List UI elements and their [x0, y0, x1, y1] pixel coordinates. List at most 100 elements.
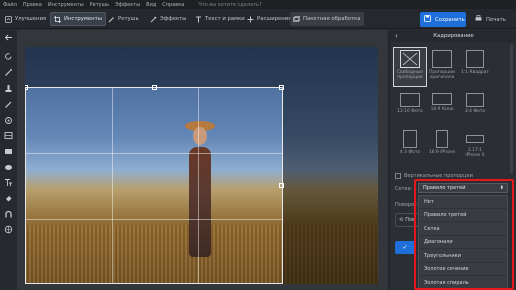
printer-icon	[475, 15, 482, 24]
batch-icon	[293, 15, 301, 23]
fill-icon[interactable]	[4, 194, 13, 203]
apply-button[interactable]: ✓	[395, 241, 415, 254]
canvas-area[interactable]	[17, 30, 387, 290]
preset-iphone-x-label: 2.17:1 iPhone X	[465, 148, 485, 158]
check-icon: ✓	[402, 244, 408, 251]
menu-effects[interactable]: Эффекты	[115, 2, 140, 8]
save-icon	[424, 15, 431, 24]
menu-view[interactable]: Вид	[146, 2, 156, 8]
crop-mask-top	[25, 47, 378, 87]
ratio-4-3-icon	[403, 130, 417, 148]
preset-free[interactable]: Свободные пропорции	[393, 47, 427, 87]
tab-batch-label: Пакетная обработка	[303, 16, 361, 22]
vignette-icon[interactable]	[4, 163, 13, 172]
tab-extensions-label: Расширения	[257, 16, 292, 22]
presets-scrollbar[interactable]	[510, 44, 513, 174]
left-toolstrip	[0, 30, 17, 290]
search-hint[interactable]: Что вы хотите сделать?	[198, 2, 261, 8]
preset-original[interactable]: Пропорции оригинала	[427, 50, 457, 80]
magic-wand-icon	[150, 16, 157, 23]
save-button[interactable]: Сохранить	[420, 12, 466, 27]
grid-line-h1	[26, 153, 282, 154]
preset-4-3[interactable]: 4:3 Фото	[395, 130, 425, 155]
tab-enhance[interactable]: Улучшения	[2, 12, 49, 26]
tab-tools[interactable]: Инструменты	[50, 12, 106, 26]
crop-handle-tl[interactable]	[25, 85, 28, 90]
grid-label: Сетка:	[395, 186, 413, 192]
crop-mask-right	[283, 87, 378, 284]
preset-16-9-iphone[interactable]: 16:9 iPhone	[427, 130, 457, 155]
ratio-iphone-x-icon	[466, 135, 484, 143]
tab-effects-label: Эффекты	[160, 16, 187, 22]
plus-icon	[247, 16, 254, 23]
preset-iphone-x[interactable]: 2.17:1 iPhone X	[460, 130, 490, 158]
annotation-highlight-box	[414, 179, 514, 290]
ratio-3-4-icon	[466, 93, 484, 107]
vertical-ratio-checkbox[interactable]	[395, 173, 401, 179]
wand-icon[interactable]	[4, 68, 13, 77]
menu-file[interactable]: Файл	[3, 2, 17, 8]
save-label: Сохранить	[435, 16, 465, 23]
menu-edit[interactable]: Правка	[23, 2, 42, 8]
preset-3-4[interactable]: 3:4 Фото	[460, 93, 490, 114]
preset-4-3-label: 4:3 Фото	[399, 150, 421, 155]
menu-bar: Файл Правка Инструменты Ретушь Эффекты В…	[0, 0, 516, 9]
preset-16-9-cinema-label: 16:9 Кино	[430, 107, 454, 112]
magnet-icon[interactable]	[4, 210, 13, 219]
radial-icon[interactable]	[4, 147, 13, 156]
pen-icon[interactable]	[4, 100, 13, 109]
stamp-icon[interactable]	[4, 84, 13, 93]
grid-line-h2	[26, 219, 282, 220]
preset-square[interactable]: 1:1 Квадрат	[460, 50, 490, 75]
print-button[interactable]: Печать	[472, 12, 512, 27]
preset-13-10-label: 13:10 Фото	[397, 109, 423, 114]
ratio-iphone-icon	[436, 130, 448, 148]
photo[interactable]	[25, 47, 378, 284]
grid-line-v1	[112, 88, 113, 283]
tab-text-frames-label: Текст и рамки	[205, 16, 245, 22]
text-icon	[195, 16, 202, 23]
tab-batch[interactable]: Пакетная обработка	[290, 12, 364, 26]
back-arrow-icon[interactable]	[4, 33, 13, 42]
tab-tools-label: Инструменты	[64, 16, 102, 22]
crop-icon	[54, 15, 61, 23]
free-ratio-icon	[400, 50, 420, 68]
globe-icon[interactable]	[4, 225, 13, 234]
crop-frame[interactable]	[25, 85, 284, 284]
gradient-icon[interactable]	[4, 131, 13, 140]
panel-back-icon[interactable]: ‹	[395, 30, 398, 42]
menu-tools[interactable]: Инструменты	[48, 2, 84, 8]
square-ratio-icon	[466, 50, 484, 68]
tab-extensions[interactable]: Расширения	[244, 12, 294, 26]
grid-line-v2	[198, 88, 199, 283]
crop-handle-top[interactable]	[152, 85, 157, 90]
panel-title: Кадрирование	[390, 30, 516, 42]
preset-square-label: 1:1 Квадрат	[461, 70, 489, 75]
tab-retouch-label: Ретушь	[118, 16, 139, 22]
menu-help[interactable]: Справка	[162, 2, 184, 8]
tab-text-frames[interactable]: Текст и рамки	[192, 12, 248, 26]
brush-icon	[108, 16, 115, 23]
ratio-16-9-icon	[432, 93, 452, 105]
tab-retouch[interactable]: Ретушь	[105, 12, 142, 26]
rotate-icon[interactable]	[4, 52, 13, 61]
preset-free-label: Свободные пропорции	[397, 70, 423, 80]
preset-original-label: Пропорции оригинала	[429, 70, 455, 80]
original-ratio-icon	[432, 50, 452, 68]
preset-16-9-cinema[interactable]: 16:9 Кино	[427, 93, 457, 112]
rotate-small-icon: ⟲	[399, 217, 404, 223]
target-icon[interactable]	[4, 116, 13, 125]
text-tool-icon[interactable]	[4, 178, 13, 187]
menu-retouch[interactable]: Ретушь	[90, 2, 110, 8]
preset-16-9-iphone-label: 16:9 iPhone	[428, 150, 456, 155]
tab-effects[interactable]: Эффекты	[147, 12, 189, 26]
enhance-icon	[5, 15, 12, 23]
tab-enhance-label: Улучшения	[15, 16, 47, 22]
ratio-13-10-icon	[400, 93, 420, 107]
preset-13-10[interactable]: 13:10 Фото	[395, 93, 425, 114]
crop-handle-tr[interactable]	[279, 85, 284, 90]
print-label: Печать	[486, 16, 506, 23]
preset-3-4-label: 3:4 Фото	[464, 109, 486, 114]
main-toolbar: Улучшения Инструменты Ретушь Эффекты Тек…	[0, 9, 516, 29]
crop-handle-right[interactable]	[279, 183, 284, 188]
